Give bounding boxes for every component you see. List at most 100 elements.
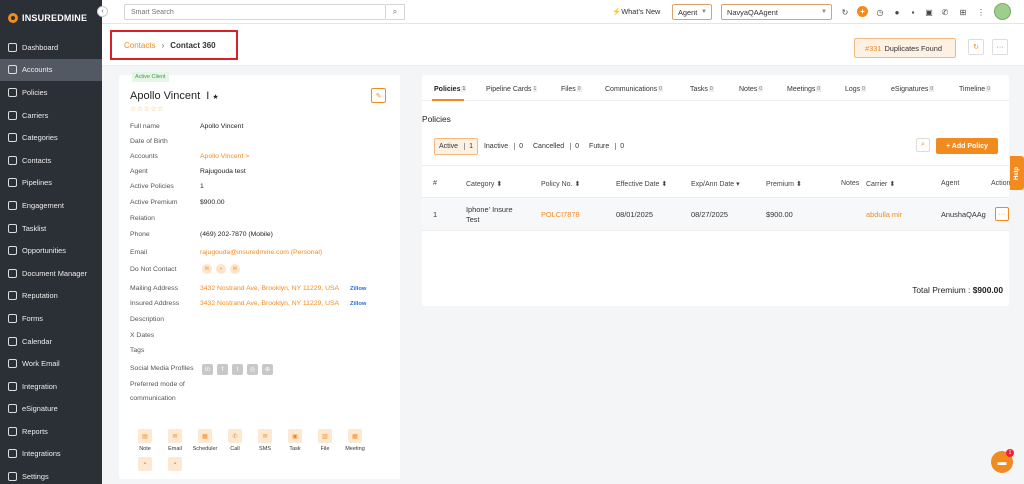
column-header[interactable]: Policy No. ⬍	[541, 180, 580, 188]
field-value[interactable]: rajugouda@insuredmine.com (Personal)	[200, 249, 322, 256]
role-select[interactable]: Agent ▼	[672, 4, 712, 20]
sidebar-item-forms[interactable]: Forms	[0, 307, 102, 330]
sidebar-item-tasklist[interactable]: Tasklist	[0, 217, 102, 240]
star-icon[interactable]: ★	[212, 94, 218, 101]
tab-tasks[interactable]: Tasks 0	[690, 86, 714, 93]
linkedin-icon[interactable]: in	[202, 364, 213, 375]
action-email-button[interactable]: ✉ Email	[160, 429, 190, 452]
rating-stars[interactable]: ☆☆☆☆☆	[130, 105, 164, 113]
whats-new-link[interactable]: ⚡What's New	[612, 7, 660, 16]
twitter-icon[interactable]: t	[232, 364, 243, 375]
sidebar-item-esignature[interactable]: eSignature	[0, 398, 102, 421]
sms-icon[interactable]: ✉	[230, 264, 240, 274]
tab-communications[interactable]: Communications 0	[605, 86, 663, 93]
sidebar-item-categories[interactable]: Categories	[0, 126, 102, 149]
sidebar-item-document-manager[interactable]: Document Manager	[0, 262, 102, 285]
sidebar-item-integrations[interactable]: Integrations	[0, 443, 102, 466]
filter-active[interactable]: Active 1	[434, 138, 478, 155]
breadcrumb-contacts-link[interactable]: Contacts	[124, 41, 156, 50]
tab-files[interactable]: Files 0	[561, 86, 582, 93]
instagram-icon[interactable]: ◎	[247, 364, 258, 375]
tab-pipeline-cards[interactable]: Pipeline Cards 1	[486, 86, 538, 93]
action-call-button[interactable]: ✆ Call	[220, 429, 250, 452]
column-header[interactable]: Notes	[841, 180, 859, 187]
tab-logs[interactable]: Logs 0	[845, 86, 866, 93]
zillow-mailing-link[interactable]: Zillow	[350, 286, 366, 292]
action-meeting-button[interactable]: ▦ Meeting	[340, 429, 370, 452]
sidebar-item-reports[interactable]: Reports	[0, 420, 102, 443]
filter-cancelled[interactable]: Cancelled 0	[529, 139, 583, 154]
tab-notes[interactable]: Notes 0	[739, 86, 764, 93]
sidebar-item-settings[interactable]: Settings	[0, 465, 102, 484]
column-header[interactable]: #	[433, 180, 437, 187]
action-scheduler-button[interactable]: ▦ Scheduler	[190, 429, 220, 452]
field-label: Active Policies	[130, 183, 174, 190]
more-button[interactable]: ···	[992, 39, 1008, 55]
field-value[interactable]: 3432 Nostrand Ave, Brooklyn, NY 11229, U…	[200, 285, 339, 292]
collapse-sidebar-button[interactable]: ‹	[97, 6, 108, 17]
agent-select[interactable]: NavyaQAAgent ▼	[721, 4, 832, 20]
bell-icon[interactable]: ●	[892, 7, 902, 17]
refresh-icon[interactable]: ↻	[840, 7, 850, 17]
sidebar-item-carriers[interactable]: Carriers	[0, 104, 102, 127]
chat-launcher[interactable]: ▬ 1	[991, 449, 1014, 473]
refresh-button[interactable]: ↻	[968, 39, 984, 55]
filter-future[interactable]: Future 0	[585, 139, 628, 154]
sidebar-item-reputation[interactable]: Reputation	[0, 285, 102, 308]
sidebar-item-engagement[interactable]: Engagement	[0, 194, 102, 217]
column-header[interactable]: Category ⬍	[466, 180, 502, 188]
chip-icon[interactable]: ⊞	[958, 7, 968, 17]
facebook-icon[interactable]: f	[217, 364, 228, 375]
action-note-button[interactable]: ▤ Note	[130, 429, 160, 452]
column-header[interactable]: Exp/Ann Date ▾	[691, 180, 740, 188]
duplicates-found-button[interactable]: #331 Duplicates Found	[854, 38, 956, 58]
sidebar-item-calendar[interactable]: Calendar	[0, 330, 102, 353]
tab-meetings[interactable]: Meetings 0	[787, 86, 822, 93]
chat-icon[interactable]: ▪	[908, 7, 918, 17]
sidebar-item-policies[interactable]: Policies	[0, 81, 102, 104]
chat-icon[interactable]: ▪	[216, 264, 226, 274]
field-value[interactable]: 3432 Nostrand Ave, Brooklyn, NY 11229, U…	[200, 300, 339, 307]
add-policy-button[interactable]: + Add Policy	[936, 138, 998, 154]
cell-carrier[interactable]: abdulla mir	[866, 210, 902, 219]
column-header[interactable]: Agent	[941, 180, 959, 187]
column-header[interactable]: Premium ⬍	[766, 180, 802, 188]
field-value[interactable]: Apollo Vincent >	[200, 153, 249, 160]
clock-icon[interactable]: ◷	[875, 7, 885, 17]
grid-icon[interactable]: ⋮	[976, 7, 986, 17]
search-input[interactable]	[124, 4, 386, 20]
sidebar-item-dashboard[interactable]: Dashboard	[0, 36, 102, 59]
search-policy-icon[interactable]: ⌕	[916, 138, 930, 152]
row-actions-button[interactable]: ···	[995, 207, 1009, 221]
column-header[interactable]: Carrier ⬍	[866, 180, 895, 188]
filter-inactive[interactable]: Inactive 0	[480, 139, 527, 154]
globe-icon[interactable]: ⊕	[262, 364, 273, 375]
table-row[interactable]: 1 Iphone' Insure Test POLCI7878 08/01/20…	[422, 198, 1009, 231]
zillow-insured-link[interactable]: Zillow	[350, 301, 366, 307]
sidebar-item-accounts[interactable]: Accounts	[0, 58, 102, 82]
action-file-button[interactable]: ▥ File	[310, 429, 340, 452]
phone-icon[interactable]: ✆	[940, 7, 950, 17]
cell-category-2: Test	[466, 215, 480, 224]
sidebar-item-pipelines[interactable]: Pipelines	[0, 172, 102, 195]
tab-policies[interactable]: Policies 1	[434, 86, 467, 93]
plus-icon[interactable]: +	[857, 6, 868, 17]
column-header[interactable]: Effective Date ⬍	[616, 180, 667, 188]
action-clipboard-button[interactable]: ▪	[160, 457, 190, 471]
help-tab[interactable]: Help	[1010, 156, 1024, 190]
edit-contact-button[interactable]: ✎	[371, 88, 386, 103]
email-icon[interactable]: ✉	[202, 264, 212, 274]
tab-timeline[interactable]: Timeline 0	[959, 86, 991, 93]
sidebar-item-contacts[interactable]: Contacts	[0, 149, 102, 172]
sidebar-item-opportunities[interactable]: Opportunities	[0, 239, 102, 262]
tab-esignatures[interactable]: eSignatures 0	[891, 86, 935, 93]
search-icon[interactable]: ⌕	[386, 4, 405, 20]
sidebar-item-integration[interactable]: Integration	[0, 375, 102, 398]
action-task-button[interactable]: ▣ Task	[280, 429, 310, 452]
user-avatar[interactable]	[994, 3, 1011, 20]
cell-policy-no[interactable]: POLCI7878	[541, 210, 580, 219]
action-pin-button[interactable]: ▪	[130, 457, 160, 471]
action-sms-button[interactable]: ✉ SMS	[250, 429, 280, 452]
video-icon[interactable]: ▣	[924, 7, 934, 17]
sidebar-item-work-email[interactable]: Work Email	[0, 352, 102, 375]
